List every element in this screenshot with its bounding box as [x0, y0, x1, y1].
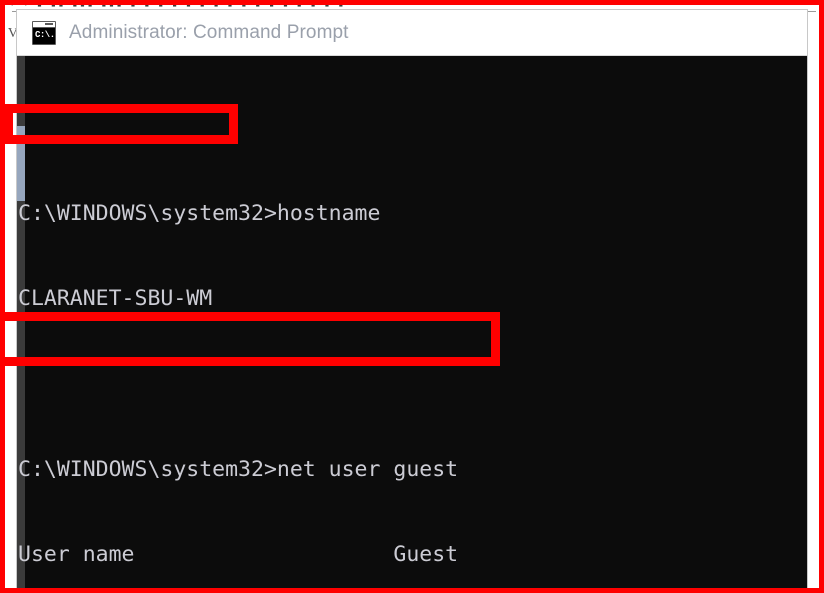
terminal-line: C:\WINDOWS\system32>net user guest	[18, 456, 459, 482]
terminal-line: CLARANET-SBU-WM	[18, 286, 213, 312]
background-left-text: ( V r c ,	[0, 26, 16, 41]
terminal-line: C:\WINDOWS\system32>hostname	[18, 201, 381, 227]
window-titlebar[interactable]: C:\. Administrator: Command Prompt	[17, 10, 807, 56]
command-prompt-window[interactable]: C:\. Administrator: Command Prompt C:\WI…	[17, 10, 807, 593]
window-title: Administrator: Command Prompt	[69, 21, 349, 43]
terminal-output: C:\WINDOWS\system32>hostname CLARANET-SB…	[17, 58, 807, 593]
screenshot-root: · · ▪ ▪▪ ▪▪▪ ▪▪▪ ▪ ▪ ▪ ▪ ▪ ▪ ▪ ▪ ▪ ▪ ▪ ▪…	[0, 0, 824, 593]
terminal-body[interactable]: C:\WINDOWS\system32>hostname CLARANET-SB…	[17, 56, 807, 593]
terminal-line: User name Guest	[18, 541, 459, 567]
command-prompt-icon-glyph: C:\.	[33, 27, 55, 44]
command-prompt-icon: C:\.	[32, 20, 56, 45]
